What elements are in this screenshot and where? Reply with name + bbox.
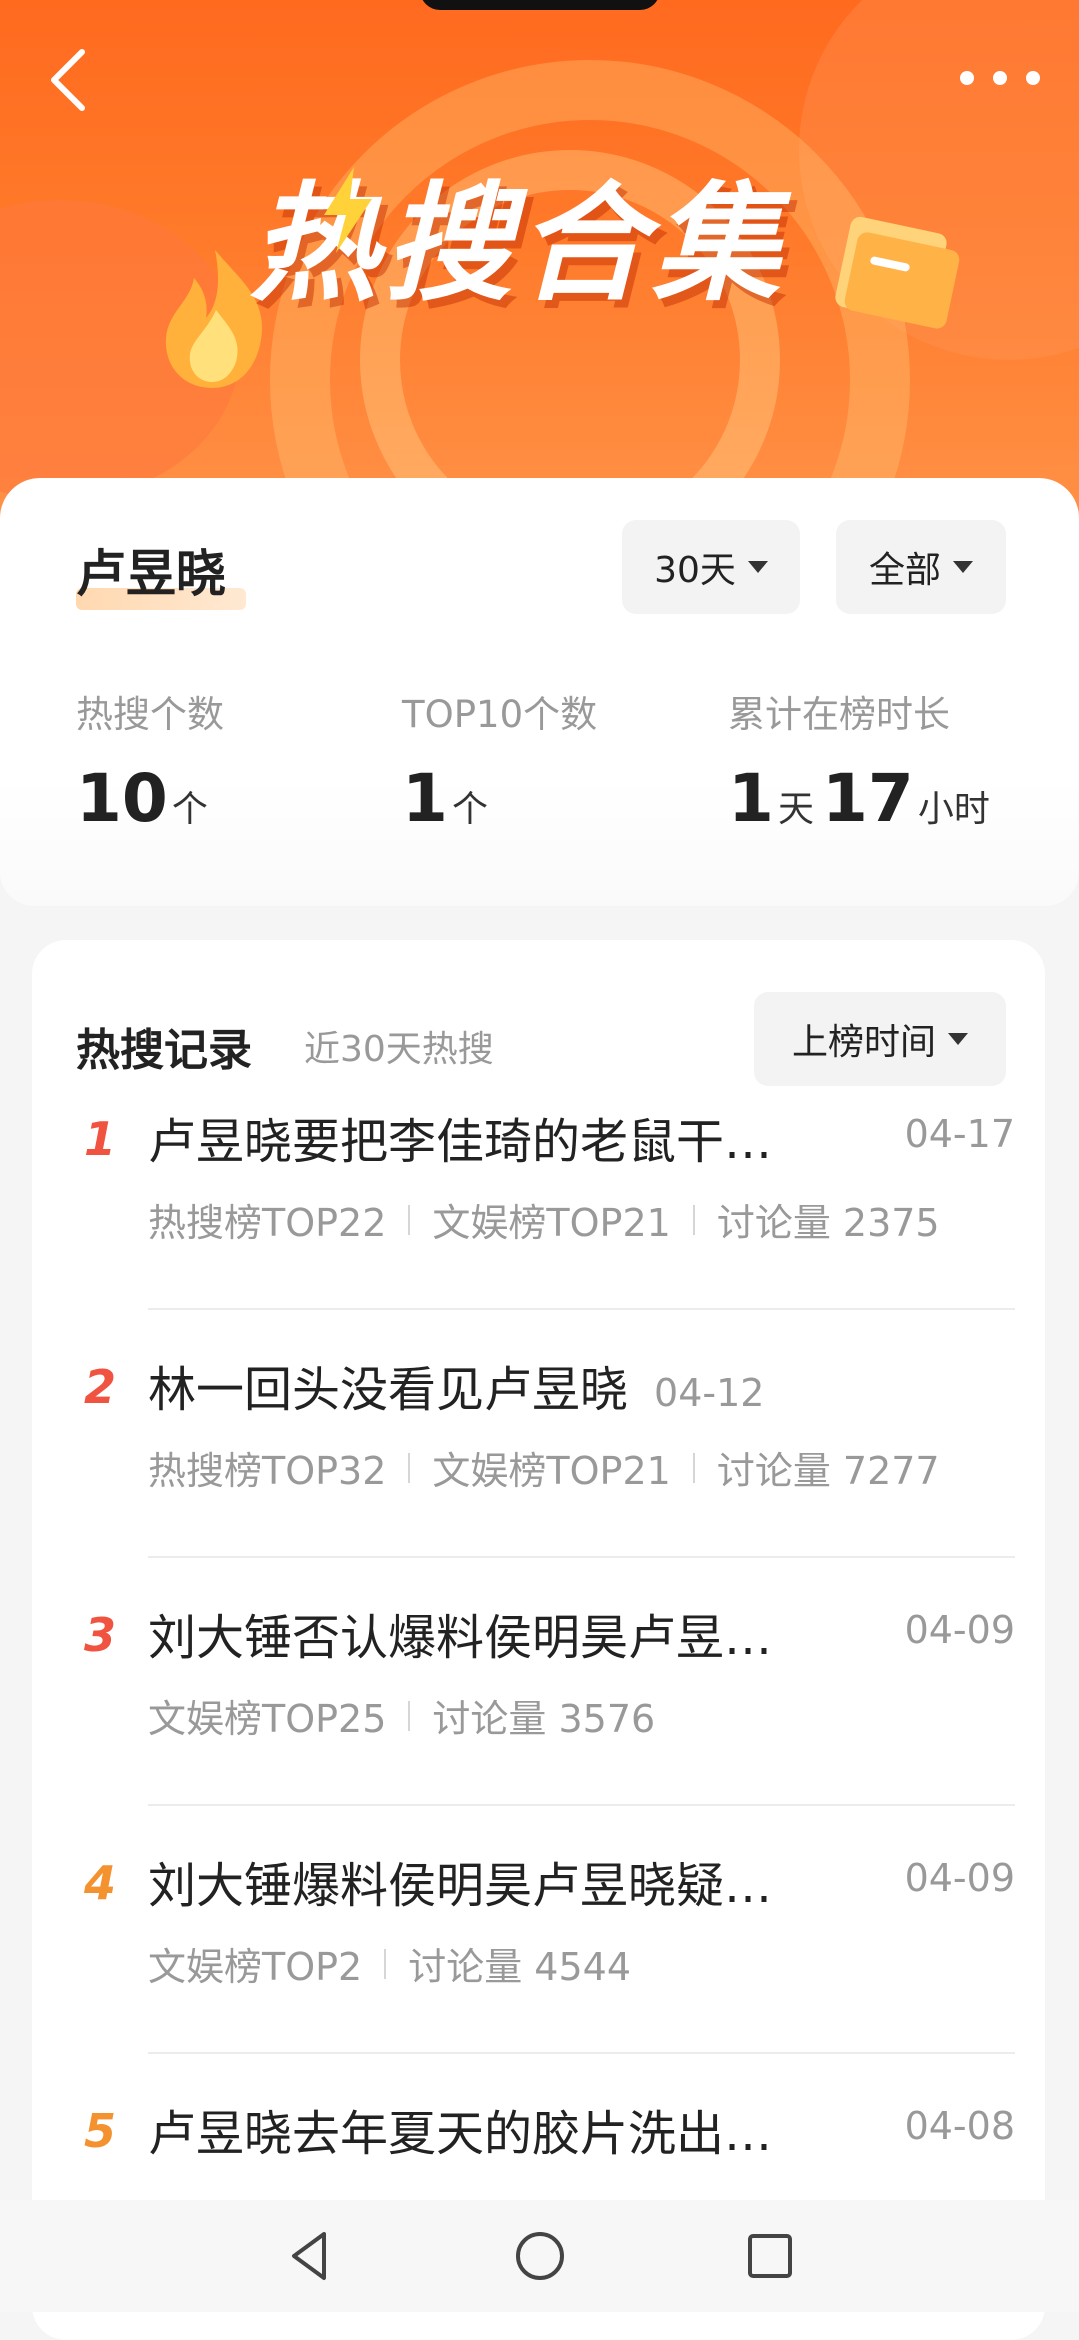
stat-unit: 天 [777, 789, 814, 830]
type-filter-label: 全部 [868, 550, 941, 591]
item-date: 04-08 [904, 2104, 1015, 2148]
divider [408, 1452, 411, 1483]
meta-ent-rank: 文娱榜TOP21 [432, 1449, 671, 1493]
stat-unit: 个 [451, 789, 488, 830]
caret-down-icon [747, 561, 768, 573]
divider [692, 1452, 695, 1483]
divider [408, 1204, 411, 1235]
meta-ent-rank: 文娱榜TOP2 [148, 1945, 363, 1989]
lightning-icon [324, 167, 372, 253]
divider [692, 1204, 695, 1235]
stat-number: 17 [821, 760, 914, 837]
divider [408, 1700, 411, 1731]
item-date: 04-17 [904, 1112, 1015, 1156]
meta-hot-rank: 热搜榜TOP32 [148, 1449, 387, 1493]
item-title: 卢昱晓要把李佳琦的老鼠干… [148, 1114, 773, 1170]
rank-number: 5 [84, 2104, 117, 2158]
item-title: 卢昱晓去年夏天的胶片洗出… [148, 2106, 773, 2162]
meta-discussion: 讨论量 3576 [432, 1697, 656, 1741]
item-date: 04-12 [654, 1371, 765, 1415]
meta-ent-rank: 文娱榜TOP25 [148, 1697, 387, 1741]
meta-discussion: 讨论量 7277 [716, 1449, 940, 1493]
stat-top10-count: TOP10个数 1个 [402, 684, 597, 837]
meta-ent-rank: 文娱榜TOP21 [432, 1201, 671, 1245]
stats-card: 卢昱晓 30天 全部 热搜个数 10 个 TOP10个数 1个 累计在榜时长 1天… [0, 478, 1079, 906]
divider [384, 1948, 387, 1979]
meta-discussion: 讨论量 4544 [408, 1945, 632, 1989]
item-title: 林一回头没看见卢昱晓 [148, 1362, 629, 1418]
item-date: 04-09 [904, 1608, 1015, 1652]
system-nav-bar [0, 2200, 1079, 2312]
list-item[interactable]: 4 刘大锤爆料侯明昊卢昱晓疑… 04-09 文娱榜TOP2 讨论量 4544 [32, 1806, 1045, 2054]
stat-label: 累计在榜时长 [728, 693, 950, 736]
list-item[interactable]: 2 林一回头没看见卢昱晓 04-12 热搜榜TOP32 文娱榜TOP21 讨论量 … [32, 1310, 1045, 1558]
item-meta: 文娱榜TOP25 讨论量 3576 [148, 1688, 655, 1743]
type-filter-dropdown[interactable]: 全部 [836, 520, 1006, 614]
person-name: 卢昱晓 [76, 545, 226, 603]
header-banner: 热搜合集 [0, 0, 1079, 520]
stat-total-duration: 累计在榜时长 1 天 17 小时 [728, 684, 998, 837]
item-meta: 文娱榜TOP2 讨论量 4544 [148, 1936, 631, 1991]
list-item[interactable]: 1 卢昱晓要把李佳琦的老鼠干… 04-17 热搜榜TOP22 文娱榜TOP21 … [32, 1062, 1045, 1310]
item-meta: 热搜榜TOP22 文娱榜TOP21 讨论量 2375 [148, 1192, 940, 1247]
days-filter-dropdown[interactable]: 30天 [622, 520, 800, 614]
item-meta: 热搜榜TOP32 文娱榜TOP21 讨论量 7277 [148, 1440, 940, 1495]
nav-home-icon[interactable] [510, 2226, 570, 2286]
item-date: 04-09 [904, 1856, 1015, 1900]
stat-number: 10 [76, 760, 168, 837]
item-title: 刘大锤爆料侯明昊卢昱晓疑… [148, 1858, 773, 1914]
stat-number: 1 [728, 760, 774, 837]
caret-down-icon [953, 561, 973, 573]
list-item[interactable]: 3 刘大锤否认爆料侯明昊卢昱… 04-09 文娱榜TOP25 讨论量 3576 [32, 1558, 1045, 1806]
rank-number: 1 [84, 1112, 117, 1166]
back-icon[interactable] [36, 44, 100, 116]
days-filter-label: 30天 [654, 550, 736, 591]
item-title-wrap: 林一回头没看见卢昱晓 04-12 [148, 1350, 764, 1420]
records-card: 热搜记录 近30天热搜 上榜时间 1 卢昱晓要把李佳琦的老鼠干… 04-17 热… [32, 940, 1045, 2340]
camera-notch [420, 0, 660, 10]
nav-recents-icon[interactable] [740, 2226, 800, 2286]
rank-number: 4 [84, 1856, 117, 1910]
stat-unit: 个 [171, 789, 208, 830]
rank-number: 3 [84, 1608, 117, 1662]
item-title: 刘大锤否认爆料侯明昊卢昱… [148, 1610, 773, 1666]
more-icon[interactable] [955, 58, 1045, 98]
meta-hot-rank: 热搜榜TOP22 [148, 1201, 387, 1245]
stat-label: 热搜个数 [76, 693, 224, 736]
meta-discussion: 讨论量 2375 [716, 1201, 940, 1245]
stat-value: 10 个 [76, 760, 224, 837]
stat-label: TOP10个数 [402, 693, 598, 736]
stat-hot-count: 热搜个数 10 个 [76, 684, 224, 837]
nav-back-icon[interactable] [280, 2226, 340, 2286]
stat-unit: 小时 [917, 789, 990, 830]
stat-value: 1个 [402, 760, 597, 837]
stat-value: 1 天 17 小时 [728, 760, 998, 837]
folder-icon [835, 216, 960, 329]
rank-number: 2 [84, 1360, 117, 1414]
stat-number: 1 [402, 760, 448, 837]
caret-down-icon [948, 1033, 968, 1045]
sort-label: 上榜时间 [791, 1022, 936, 1063]
